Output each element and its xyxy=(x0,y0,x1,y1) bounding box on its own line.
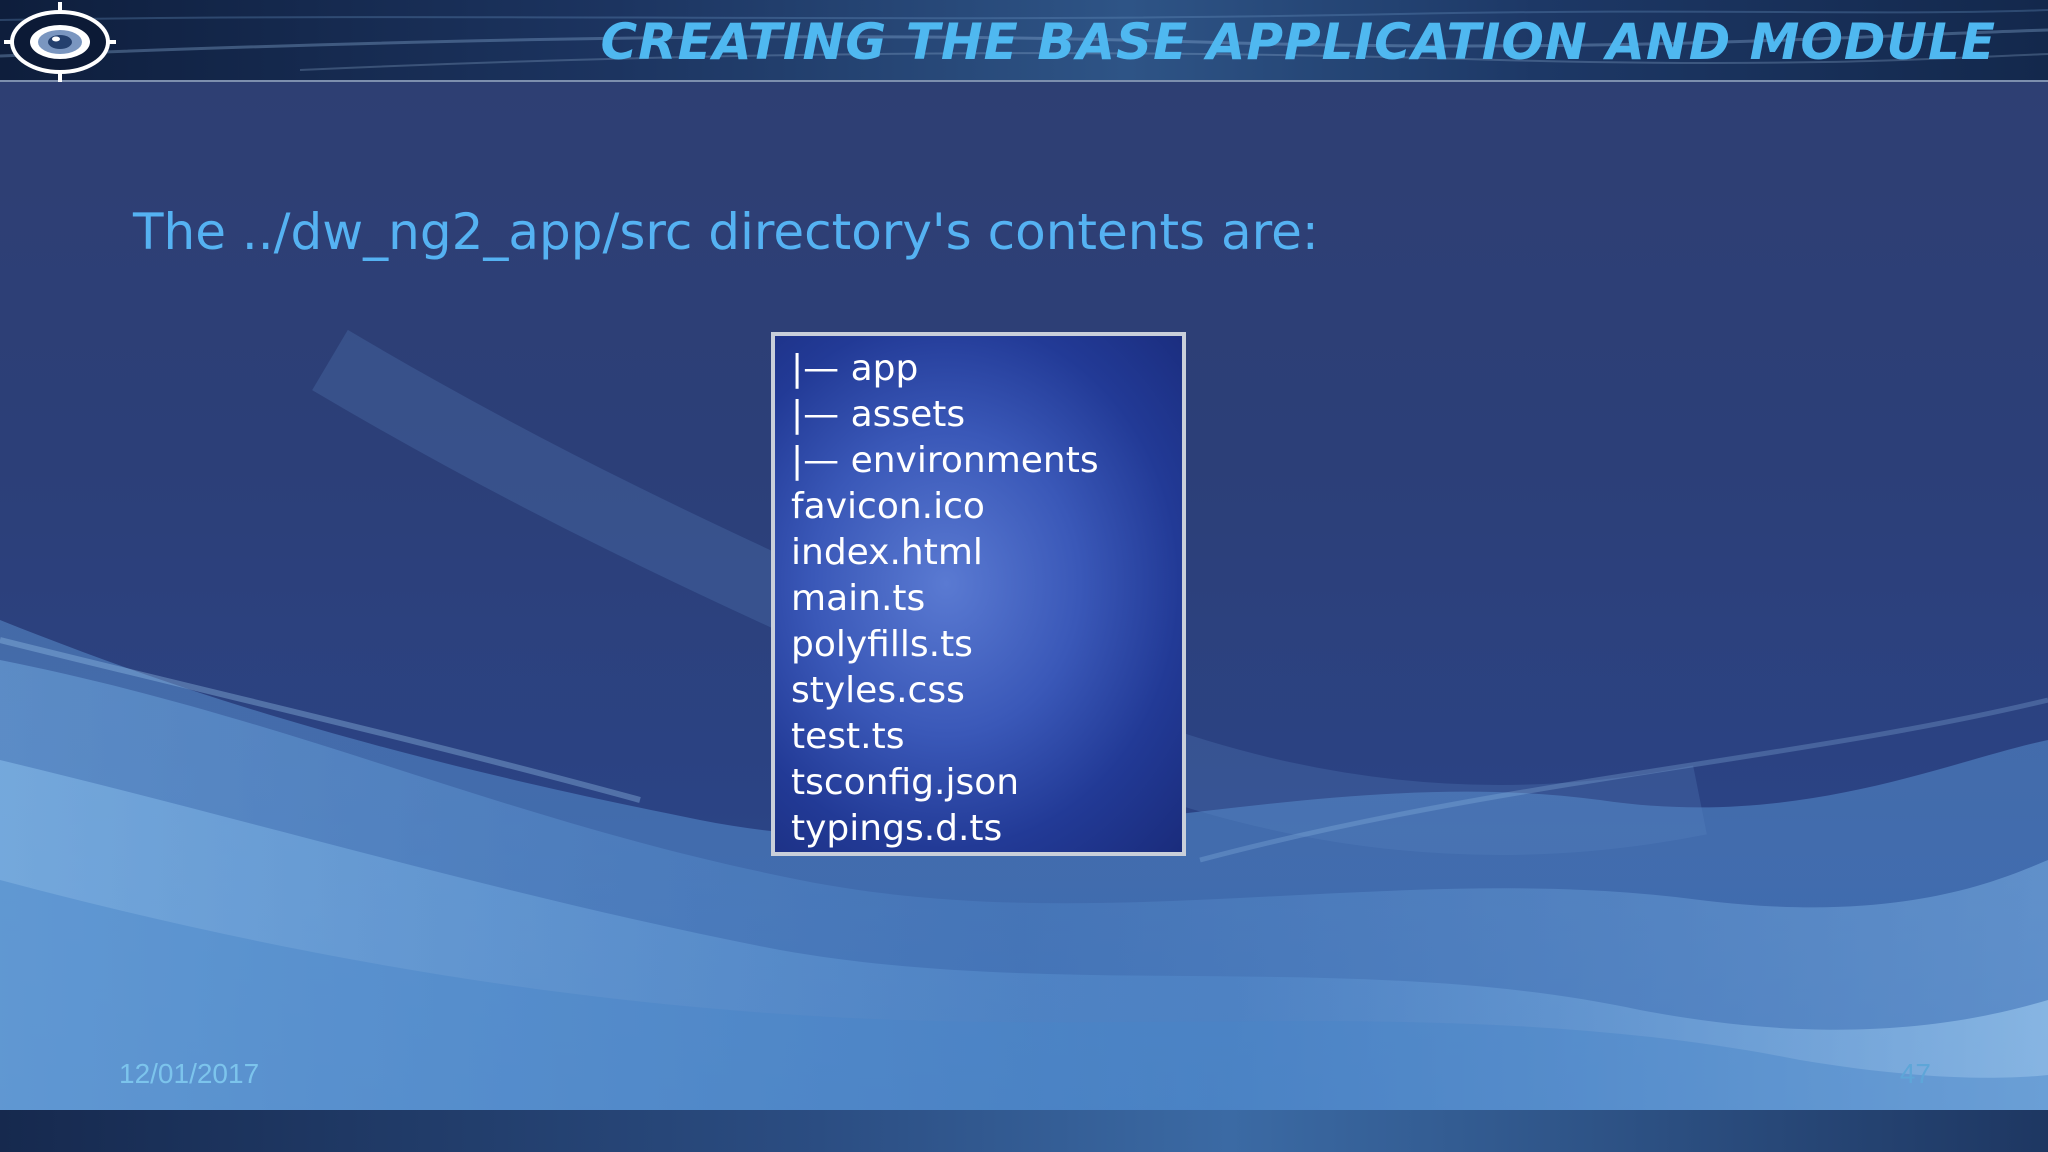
footer-date: 12/01/2017 xyxy=(119,1058,260,1089)
header-bar: CREATING THE BASE APPLICATION AND MODULE xyxy=(0,0,2048,82)
slide-number: 47 xyxy=(1899,1058,1931,1089)
directory-entry: |— app xyxy=(791,348,919,389)
file-entry: polyfills.ts xyxy=(791,624,973,665)
target-eye-icon xyxy=(4,2,116,82)
file-entry: typings.d.ts xyxy=(791,808,1003,849)
file-entry: test.ts xyxy=(791,716,905,757)
directory-listing-box: |— app |— assets |— environments favicon… xyxy=(771,332,1186,856)
file-entry: styles.css xyxy=(791,670,965,711)
file-entry: main.ts xyxy=(791,578,926,619)
footer-bar xyxy=(0,1110,2048,1152)
file-entry: index.html xyxy=(791,532,983,573)
file-entry: favicon.ico xyxy=(791,486,985,527)
slide-title: CREATING THE BASE APPLICATION AND MODULE xyxy=(600,13,1996,71)
slide: CREATING THE BASE APPLICATION AND MODULE… xyxy=(0,0,2048,1152)
intro-text: The ../dw_ng2_app/src directory's conten… xyxy=(133,203,1319,261)
file-entry: tsconfig.json xyxy=(791,762,1020,803)
directory-entry: |— environments xyxy=(791,440,1099,481)
directory-entry: |— assets xyxy=(791,394,966,435)
